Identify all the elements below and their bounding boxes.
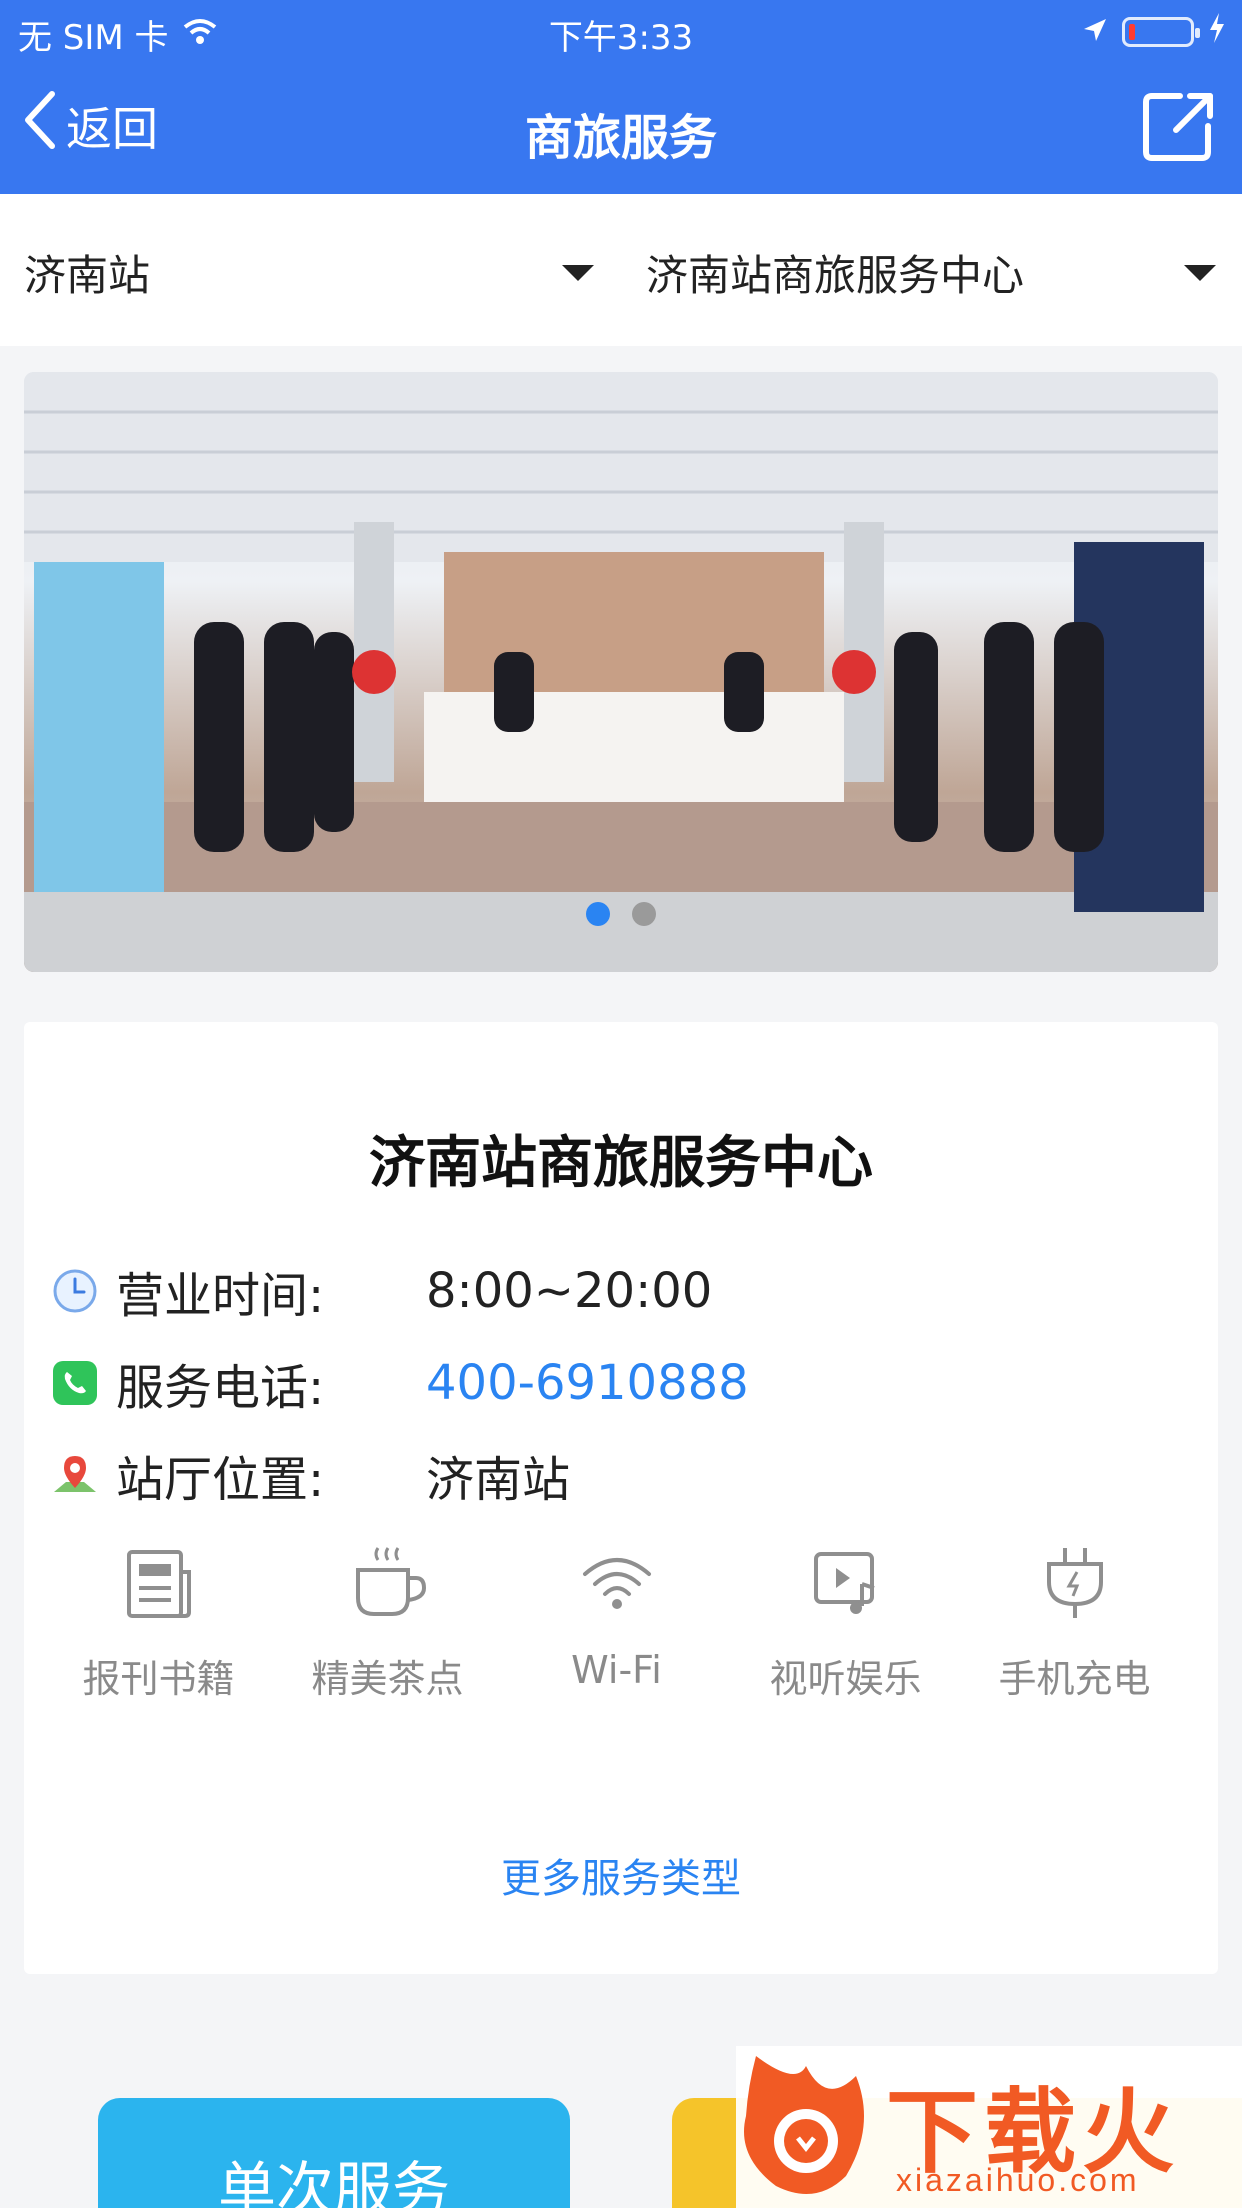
carousel-dot[interactable] — [632, 902, 656, 926]
clock-icon — [53, 1269, 97, 1313]
flame-logo-icon — [744, 2056, 864, 2194]
amenity-label: 报刊书籍 — [82, 1657, 235, 1701]
watermark-domain: xiazaihuo.com — [896, 2162, 1140, 2198]
amenity-charging: 手机充电 — [960, 1542, 1189, 1703]
phone-icon — [53, 1361, 97, 1405]
wifi-icon — [582, 1558, 651, 1609]
amenity-label: 视听娱乐 — [769, 1657, 922, 1701]
single-service-button[interactable]: 单次服务 — [98, 2098, 570, 2208]
map-pin-icon — [54, 1456, 96, 1492]
caret-down-icon — [562, 264, 594, 281]
teacup-icon — [355, 1547, 426, 1616]
location-row: 站厅位置: 济南站 — [52, 1440, 570, 1510]
chevron-left-icon — [22, 90, 58, 161]
share-button[interactable] — [1140, 88, 1216, 164]
amenity-label: 精美茶点 — [311, 1657, 464, 1701]
business-hours-label: 营业时间: — [116, 1268, 325, 1324]
amenity-media: 视听娱乐 — [731, 1542, 960, 1703]
share-icon — [1143, 93, 1213, 161]
amenity-newspapers: 报刊书籍 — [44, 1542, 273, 1703]
carousel-dot[interactable] — [586, 902, 610, 926]
business-hours-value: 8:00~20:00 — [426, 1263, 713, 1319]
filter-bar: 济南站 济南站商旅服务中心 — [0, 194, 1242, 346]
service-phone-link[interactable]: 400-6910888 — [426, 1355, 749, 1411]
page-title: 商旅服务 — [524, 110, 717, 166]
back-label: 返回 — [66, 101, 158, 156]
amenity-label: 手机充电 — [998, 1657, 1151, 1701]
service-center-select-value: 济南站商旅服务中心 — [646, 251, 1025, 300]
service-phone-row: 服务电话: 400-6910888 — [52, 1348, 749, 1418]
charging-plug-icon — [1046, 1548, 1103, 1618]
service-center-card: 济南站商旅服务中心 营业时间: 8:00~20:00 服务电话: 400-691… — [24, 1022, 1218, 1974]
service-center-select[interactable]: 济南站商旅服务中心 — [646, 242, 1216, 303]
amenities-list: 报刊书籍 精美茶点 Wi-Fi 视听娱乐 手机充电 — [24, 1542, 1218, 1703]
location-value: 济南站 — [426, 1452, 571, 1508]
more-service-types-link[interactable]: 更多服务类型 — [24, 1846, 1218, 1904]
navigation-bar: 返回 商旅服务 — [0, 62, 1242, 194]
station-select-value: 济南站 — [24, 251, 151, 300]
newspaper-icon — [126, 1550, 191, 1618]
status-bar: 无 SIM 卡 下午3:33 — [0, 0, 1242, 62]
clock: 下午3:33 — [548, 18, 694, 58]
service-center-photo — [24, 372, 1218, 972]
charging-bolt-icon — [1208, 12, 1226, 52]
carousel-indicator — [24, 902, 1218, 926]
banner-carousel[interactable] — [24, 372, 1218, 972]
app-header: 无 SIM 卡 下午3:33 返回 商旅服务 — [0, 0, 1242, 194]
location-label: 站厅位置: — [116, 1452, 325, 1508]
battery-icon — [1122, 17, 1200, 47]
caret-down-icon — [1184, 264, 1216, 281]
amenity-wifi: Wi-Fi — [502, 1542, 731, 1703]
location-arrow-icon — [1082, 12, 1108, 52]
service-center-name: 济南站商旅服务中心 — [369, 1131, 873, 1196]
station-select[interactable]: 济南站 — [24, 242, 594, 303]
business-hours-row: 营业时间: 8:00~20:00 — [52, 1256, 712, 1326]
service-phone-label: 服务电话: — [116, 1360, 325, 1416]
amenity-tea: 精美茶点 — [273, 1542, 502, 1703]
amenity-label: Wi-Fi — [571, 1648, 662, 1692]
media-icon — [813, 1552, 875, 1614]
back-button[interactable]: 返回 — [22, 90, 158, 161]
watermark-logo: 下载火 xiazaihuo.com — [736, 2046, 1242, 2208]
